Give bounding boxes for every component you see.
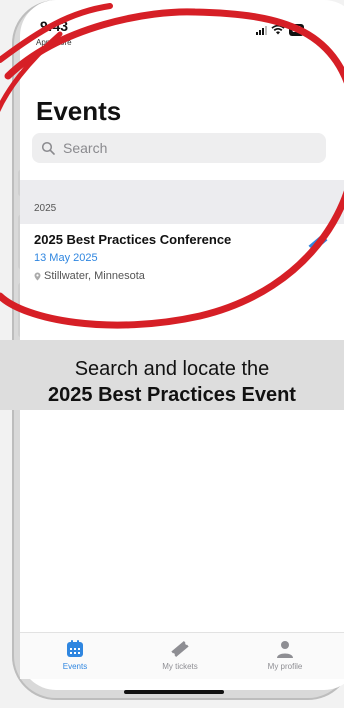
search-icon xyxy=(41,141,55,155)
wifi-icon xyxy=(271,25,285,35)
ticket-icon[interactable] xyxy=(307,232,329,254)
section-label: 2025 xyxy=(34,203,57,214)
home-indicator[interactable] xyxy=(124,690,224,694)
status-time: 9:43 xyxy=(40,18,69,34)
search-input[interactable] xyxy=(61,139,305,157)
status-bar: 9:43 App Store 84 xyxy=(0,18,344,48)
tab-bar: Events My tickets My profile xyxy=(20,632,344,679)
person-icon xyxy=(277,641,293,658)
instruction-line-1: Search and locate the xyxy=(74,358,270,380)
list-item-event[interactable]: 2025 Best Practices Conference 13 May 20… xyxy=(34,232,334,288)
tab-events[interactable]: Events xyxy=(40,639,110,671)
tab-label: Events xyxy=(62,662,88,671)
event-date: 13 May 2025 xyxy=(34,252,98,264)
page-title: Events xyxy=(36,96,122,126)
tab-my-profile[interactable]: My profile xyxy=(250,639,320,671)
status-icons: 84 xyxy=(256,24,304,36)
signal-icon xyxy=(256,25,268,35)
instruction-line-2: 2025 Best Practices Event xyxy=(48,384,296,406)
ticket-icon xyxy=(171,640,189,658)
section-header-year: 2025 xyxy=(20,180,344,224)
event-name: 2025 Best Practices Conference xyxy=(34,232,232,247)
location-pin-icon xyxy=(34,272,41,280)
battery-icon: 84 xyxy=(289,24,304,36)
event-location: Stillwater, Minnesota xyxy=(34,270,145,282)
tab-label: My profile xyxy=(267,662,303,671)
search-bar[interactable] xyxy=(32,133,326,163)
tab-label: My tickets xyxy=(162,662,198,671)
event-location-text: Stillwater, Minnesota xyxy=(44,270,145,282)
tab-my-tickets[interactable]: My tickets xyxy=(145,639,215,671)
instruction-banner: Search and locate the 2025 Best Practice… xyxy=(0,340,344,410)
calendar-icon xyxy=(67,640,83,657)
status-back-app[interactable]: App Store xyxy=(36,38,72,47)
